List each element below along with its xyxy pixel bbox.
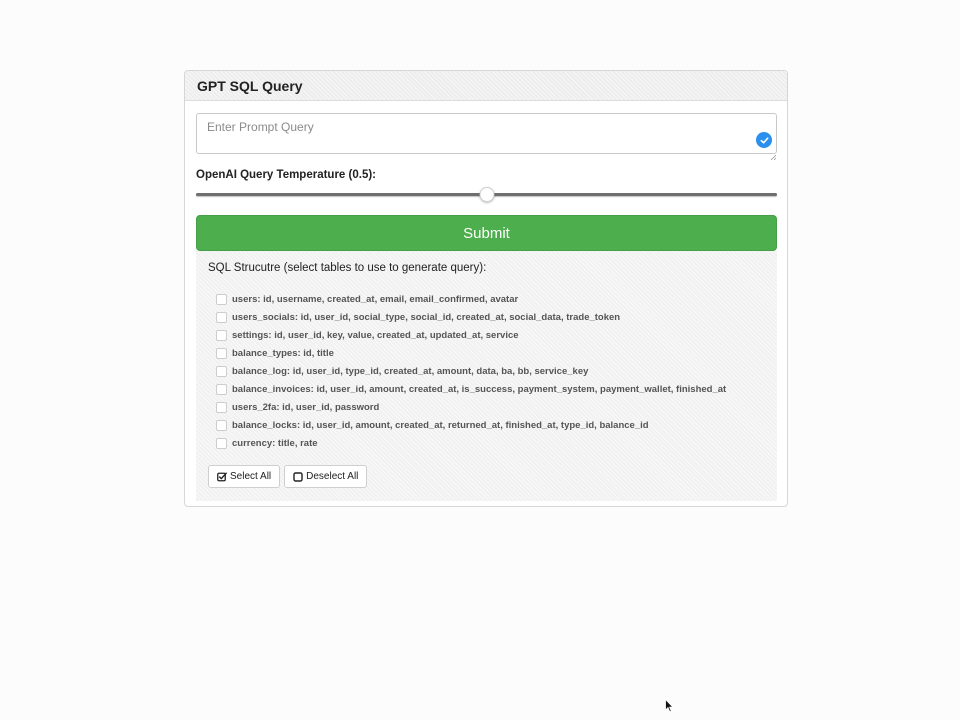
- temperature-label: OpenAI Query Temperature (0.5):: [196, 169, 376, 181]
- table-item[interactable]: currency: title, rate: [216, 434, 765, 452]
- gpt-sql-query-panel: GPT SQL Query OpenAI Query Temperature (…: [184, 70, 788, 507]
- table-item[interactable]: balance_locks: id, user_id, amount, crea…: [216, 416, 765, 434]
- table-label: currency: title, rate: [232, 437, 318, 449]
- sql-structure-section: SQL Strucutre (select tables to use to g…: [196, 251, 777, 501]
- table-label: users: id, username, created_at, email, …: [232, 293, 519, 305]
- table-item[interactable]: users: id, username, created_at, email, …: [216, 290, 765, 308]
- table-item[interactable]: balance_invoices: id, user_id, amount, c…: [216, 380, 765, 398]
- resize-handle-icon[interactable]: [770, 147, 777, 161]
- table-checkbox[interactable]: [216, 293, 227, 305]
- panel-title: GPT SQL Query: [197, 77, 303, 94]
- temperature-slider[interactable]: [196, 186, 777, 202]
- table-label: balance_locks: id, user_id, amount, crea…: [232, 419, 649, 431]
- table-checkbox[interactable]: [216, 365, 227, 377]
- panel-body: OpenAI Query Temperature (0.5): Submit S…: [185, 101, 787, 501]
- table-checkbox[interactable]: [216, 401, 227, 413]
- table-checkbox[interactable]: [216, 383, 227, 395]
- select-all-label: Select All: [230, 471, 272, 482]
- table-checkbox[interactable]: [216, 347, 227, 359]
- square-icon: [293, 471, 303, 482]
- table-label: balance_types: id, title: [232, 347, 334, 359]
- table-checkbox[interactable]: [216, 329, 227, 341]
- table-label: settings: id, user_id, key, value, creat…: [232, 329, 519, 341]
- table-item[interactable]: users_2fa: id, user_id, password: [216, 398, 765, 416]
- prompt-wrap: [196, 113, 777, 161]
- table-label: balance_invoices: id, user_id, amount, c…: [232, 383, 727, 395]
- table-item[interactable]: balance_types: id, title: [216, 344, 765, 362]
- deselect-all-button[interactable]: Deselect All: [284, 465, 368, 488]
- panel-heading: GPT SQL Query: [185, 71, 787, 101]
- slider-thumb[interactable]: [479, 187, 494, 202]
- submit-button[interactable]: Submit: [196, 215, 777, 251]
- table-label: users_socials: id, user_id, social_type,…: [232, 311, 621, 323]
- prompt-query-input[interactable]: [196, 113, 777, 154]
- table-checkbox[interactable]: [216, 437, 227, 449]
- check-circle-icon: [756, 132, 772, 148]
- selection-buttons: Select All Deselect All: [208, 465, 765, 488]
- mouse-pointer-icon: [665, 698, 674, 718]
- table-label: users_2fa: id, user_id, password: [232, 401, 380, 413]
- table-checkbox[interactable]: [216, 419, 227, 431]
- sql-structure-title: SQL Strucutre (select tables to use to g…: [208, 262, 487, 274]
- table-checkbox[interactable]: [216, 311, 227, 323]
- check-square-icon: [217, 472, 227, 482]
- table-item[interactable]: users_socials: id, user_id, social_type,…: [216, 308, 765, 326]
- table-item[interactable]: balance_log: id, user_id, type_id, creat…: [216, 362, 765, 380]
- table-list: users: id, username, created_at, email, …: [208, 290, 765, 452]
- table-item[interactable]: settings: id, user_id, key, value, creat…: [216, 326, 765, 344]
- deselect-all-label: Deselect All: [306, 471, 359, 482]
- table-label: balance_log: id, user_id, type_id, creat…: [232, 365, 589, 377]
- select-all-button[interactable]: Select All: [208, 465, 281, 488]
